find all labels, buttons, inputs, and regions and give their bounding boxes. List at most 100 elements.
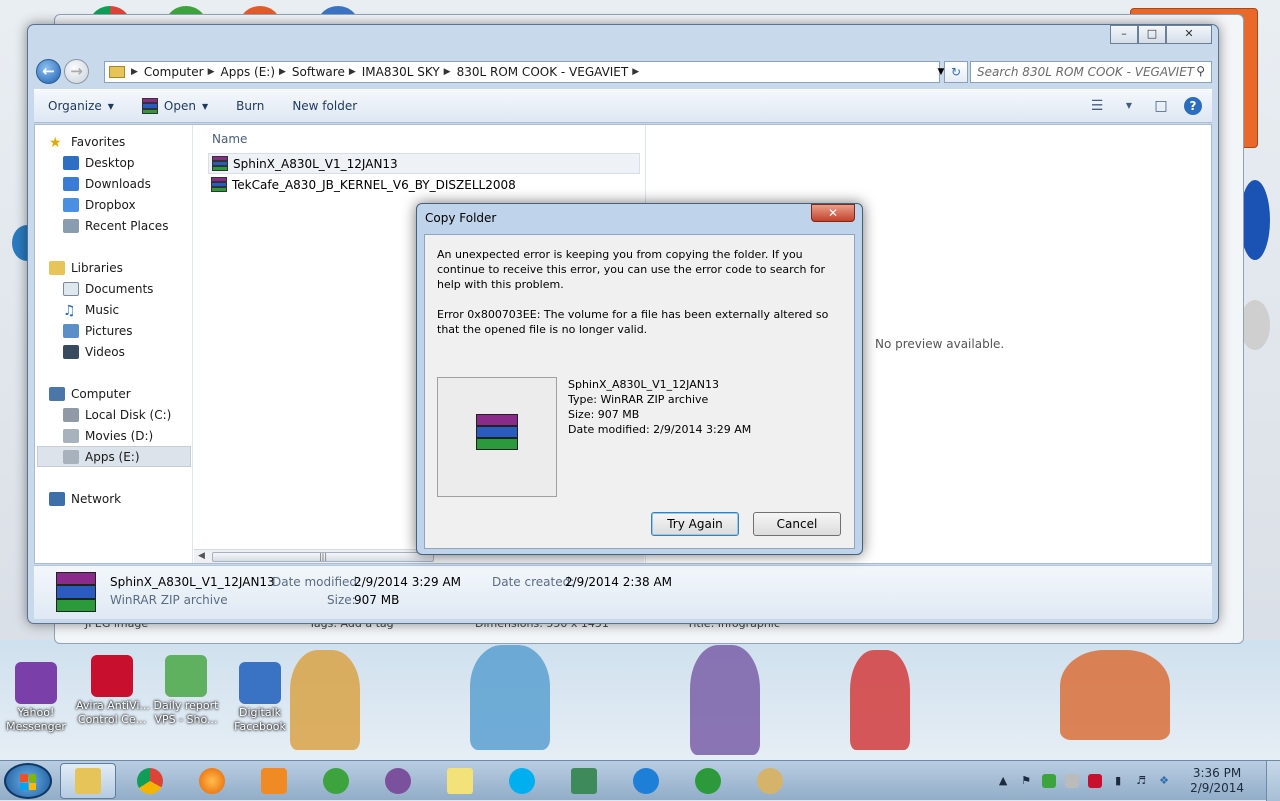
tray-app-icon[interactable] — [1088, 774, 1103, 788]
taskbar-firefox[interactable] — [184, 763, 240, 799]
flag-icon[interactable]: ⚑ — [1019, 774, 1033, 788]
forward-button[interactable]: → — [64, 59, 89, 84]
nav-label: Dropbox — [85, 197, 136, 212]
nav-label: Music — [85, 302, 120, 317]
nav-apps[interactable]: Apps (E:) — [37, 446, 191, 467]
start-button[interactable] — [4, 763, 52, 799]
organize-button[interactable]: Organize ▼ — [34, 99, 128, 113]
nav-label: Pictures — [85, 323, 133, 338]
disc-icon[interactable] — [1240, 300, 1270, 350]
taskbar-skype[interactable] — [494, 763, 550, 799]
taskbar-idm[interactable] — [680, 763, 736, 799]
desktop-icon-avira[interactable]: Avira AntiVi... Control Ce... — [76, 655, 150, 727]
pictures-icon — [63, 323, 79, 338]
close-button[interactable]: ✕ — [1166, 25, 1212, 44]
chevron-right-icon: ▶ — [348, 67, 356, 77]
list-item[interactable]: SphinX_A830L_V1_12JAN13 — [208, 153, 640, 174]
clock[interactable]: 3:36 PM 2/9/2014 — [1190, 766, 1244, 796]
breadcrumb-ima830l[interactable]: IMA830L SKY — [362, 65, 440, 79]
media-player-icon — [261, 768, 287, 794]
breadcrumb-computer[interactable]: Computer — [144, 65, 204, 79]
cancel-button[interactable]: Cancel — [753, 512, 841, 536]
taskbar-app2[interactable] — [556, 763, 612, 799]
nav-label: Movies (D:) — [85, 428, 154, 443]
list-item[interactable]: TekCafe_A830_JB_KERNEL_V6_BY_DISZELL2008 — [208, 174, 640, 195]
recent-places-icon — [63, 218, 79, 233]
internet-explorer-icon — [633, 768, 659, 794]
taskbar-sticky-notes[interactable] — [432, 763, 488, 799]
show-desktop-button[interactable] — [1266, 761, 1280, 801]
back-button[interactable]: ← — [36, 59, 61, 84]
nav-favorites[interactable]: ★ Favorites — [49, 131, 207, 152]
desktop-icon-yahoo-messenger[interactable]: Yahoo! Messenger — [0, 662, 72, 734]
taskbar-ie[interactable] — [618, 763, 674, 799]
open-label: Open — [163, 99, 196, 113]
organize-label: Organize — [48, 99, 102, 113]
preview-pane-icon[interactable]: □ — [1152, 97, 1170, 115]
network-signal-icon[interactable]: ▮ — [1111, 774, 1125, 788]
address-bar[interactable]: ▶ Computer ▶ Apps (E:) ▶ Software ▶ IMA8… — [104, 61, 940, 83]
search-input[interactable]: Search 830L ROM COOK - VEGAVIET ⚲ — [970, 61, 1212, 83]
taskbar-media[interactable] — [246, 763, 302, 799]
show-hidden-icons-icon[interactable]: ▲ — [996, 774, 1010, 788]
breadcrumb-apps[interactable]: Apps (E:) — [221, 65, 276, 79]
network-icon — [49, 491, 65, 506]
taskbar-app[interactable] — [308, 763, 364, 799]
tray-app-icon[interactable] — [1065, 774, 1080, 788]
details-size-label: Size: — [327, 593, 356, 607]
refresh-button[interactable]: ↻ — [944, 61, 968, 83]
new-folder-button[interactable]: New folder — [278, 99, 371, 113]
new-folder-label: New folder — [292, 99, 358, 113]
taskbar-chrome[interactable] — [122, 763, 178, 799]
nav-network[interactable]: Network — [49, 488, 207, 509]
open-button[interactable]: Open ▼ — [128, 98, 222, 114]
chevron-right-icon: ▶ — [632, 67, 640, 77]
try-again-button[interactable]: Try Again — [651, 512, 739, 536]
winrar-icon — [476, 414, 518, 450]
chevron-right-icon: ▶ — [207, 67, 215, 77]
scrollbar-thumb[interactable]: ||| — [212, 552, 434, 562]
help-icon[interactable]: ? — [1184, 97, 1202, 115]
taskbar-viber[interactable] — [370, 763, 426, 799]
volume-icon[interactable]: ♬ — [1134, 774, 1148, 788]
command-bar: Organize ▼ Open ▼ Burn New folder ☰ ▼ □ ? — [34, 89, 1212, 123]
nav-computer[interactable]: Computer — [49, 383, 207, 404]
tray-app-icon[interactable] — [1042, 774, 1057, 788]
dialog-close-button[interactable]: ✕ — [811, 204, 855, 222]
nav-libraries[interactable]: Libraries — [49, 257, 207, 278]
desktop-icon — [63, 155, 79, 170]
dropbox-icon[interactable]: ❖ — [1157, 774, 1171, 788]
breadcrumb-software[interactable]: Software — [292, 65, 345, 79]
maximize-button[interactable]: □ — [1138, 25, 1166, 44]
column-header-name[interactable]: Name — [212, 132, 247, 146]
dialog-message: An unexpected error is keeping you from … — [437, 248, 826, 291]
search-icon: ⚲ — [1196, 64, 1205, 78]
dialog-error: Error 0x800703EE: The volume for a file … — [437, 308, 829, 336]
view-options-icon[interactable]: ☰ — [1088, 97, 1106, 115]
details-modified-label: Date modified: — [272, 575, 362, 589]
copy-folder-dialog: Copy Folder ✕ An unexpected error is kee… — [416, 203, 863, 555]
desktop-icon-digitalk[interactable]: Digitalk Facebook — [224, 662, 296, 734]
download-manager-icon — [695, 768, 721, 794]
computer-icon — [49, 386, 65, 401]
desktop-icon-daily-report[interactable]: Daily report VPS - Sho... — [150, 655, 222, 727]
chevron-down-icon[interactable]: ▼ — [1120, 97, 1138, 115]
nav-label: Recent Places — [85, 218, 169, 233]
winrar-icon — [212, 155, 228, 172]
minimize-button[interactable]: – — [1110, 25, 1138, 44]
wallpaper-figure — [690, 645, 760, 755]
taskbar-explorer[interactable] — [60, 763, 116, 799]
burn-button[interactable]: Burn — [222, 99, 278, 113]
drive-icon — [63, 428, 79, 443]
breadcrumb-rom-cook[interactable]: 830L ROM COOK - VEGAVIET — [457, 65, 629, 79]
music-icon: ♫ — [63, 302, 76, 319]
chevron-down-icon: ▼ — [201, 101, 209, 111]
scroll-left-icon[interactable]: ◀ — [198, 551, 205, 561]
folder-icon — [75, 768, 101, 794]
toolbar-right: ☰ ▼ □ ? — [1088, 97, 1202, 115]
globe-icon[interactable] — [1240, 180, 1270, 260]
taskbar-paint[interactable] — [742, 763, 798, 799]
file-name: SphinX_A830L_V1_12JAN13 — [233, 156, 398, 171]
chevron-right-icon: ▶ — [131, 67, 138, 77]
wallpaper-figure — [850, 650, 910, 750]
